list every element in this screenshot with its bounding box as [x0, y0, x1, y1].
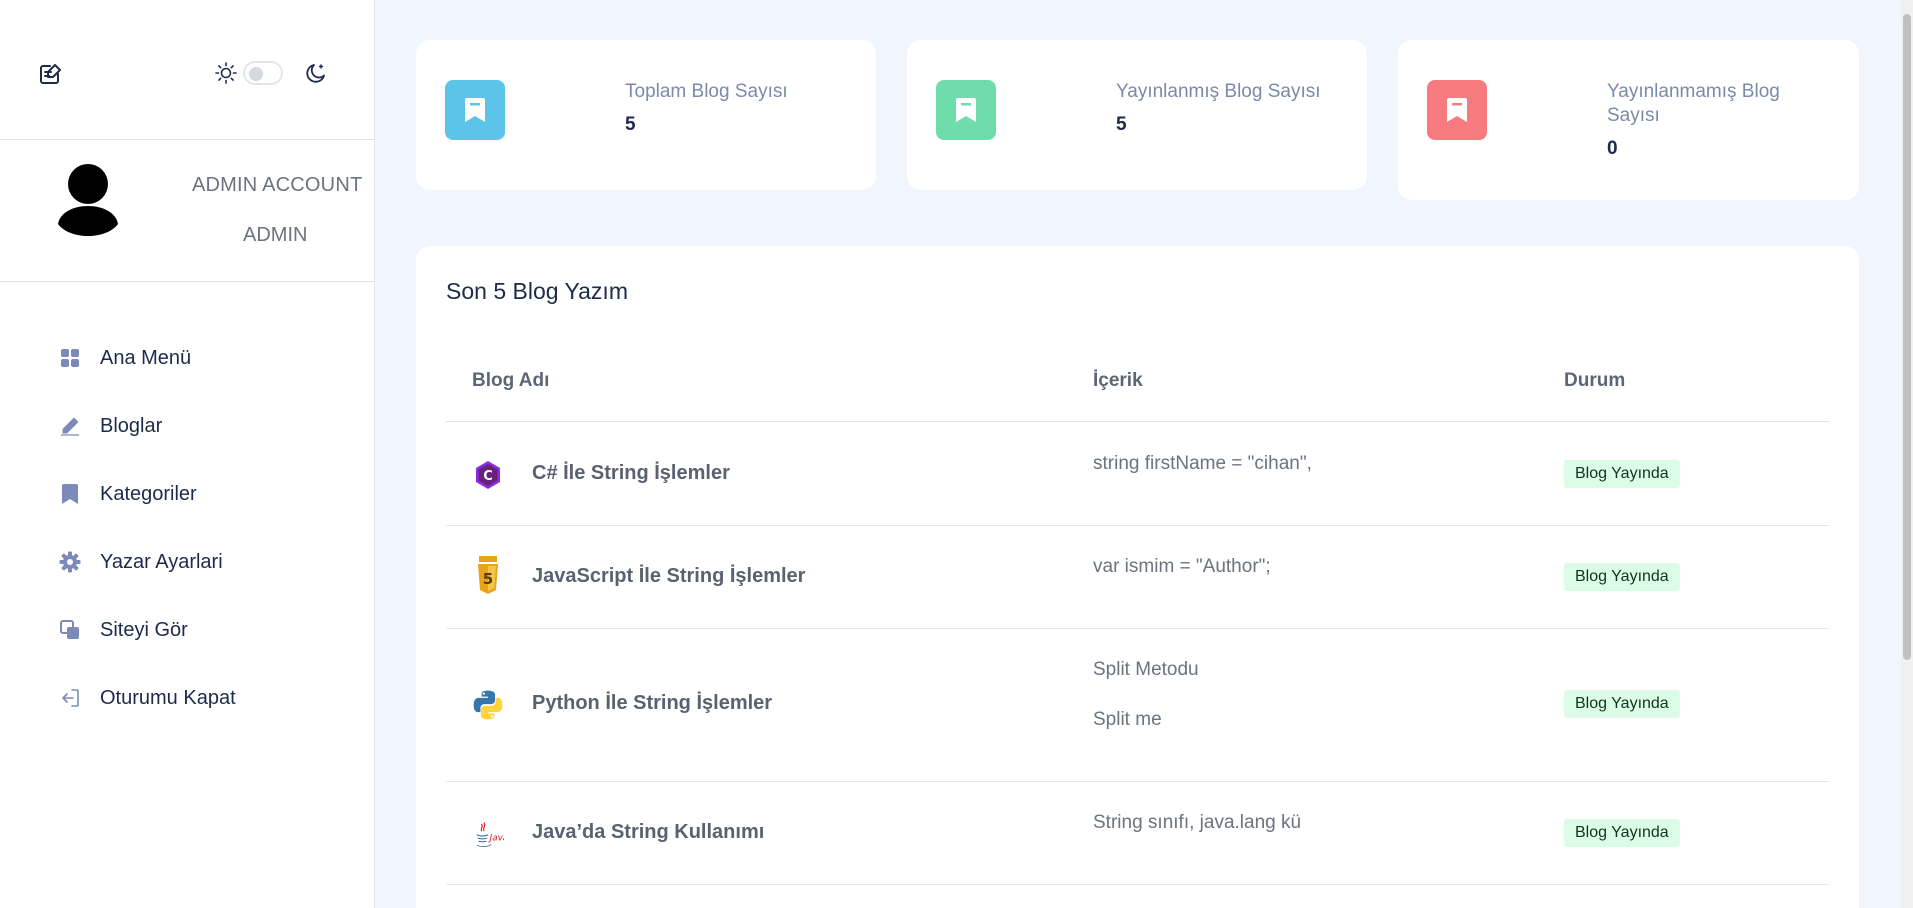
blog-content: var ismim = "Author"; — [1093, 556, 1271, 577]
csharp-icon: C — [472, 455, 504, 495]
blog-name: Python İle String İşlemler — [532, 692, 773, 714]
logout-icon — [58, 686, 82, 710]
sidebar-item-label: Oturumu Kapat — [100, 686, 236, 709]
table-row[interactable]: 5 JavaScript İle String İşlemler var ism… — [446, 526, 1829, 629]
status-badge: Blog Yayında — [1564, 819, 1680, 847]
bookmark-icon — [445, 80, 505, 140]
stat-title: Yayınlanmamış Blog Sayısı — [1607, 81, 1780, 126]
sidebar-nav: Ana Menü Bloglar Kategoriler Yazar Ayarl… — [0, 282, 374, 732]
stat-value: 5 — [625, 114, 636, 135]
recent-blogs-title: Son 5 Blog Yazım — [446, 278, 628, 304]
sidebar-item-oturumu-kapat[interactable]: Oturumu Kapat — [0, 664, 374, 732]
bookmark-icon — [936, 80, 996, 140]
sidebar-header — [0, 0, 374, 140]
sidebar-item-label: Kategoriler — [100, 482, 197, 505]
table-row[interactable]: C C# İle String İşlemler string firstNam… — [446, 423, 1829, 526]
column-header-content: İçerik — [1093, 370, 1143, 391]
status-badge: Blog Yayında — [1564, 690, 1680, 718]
sidebar-item-label: Yazar Ayarlari — [100, 550, 223, 573]
status-badge: Blog Yayında — [1564, 460, 1680, 488]
account-name: ADMIN ACCOUNT — [192, 174, 363, 196]
stat-title: Yayınlanmış Blog Sayısı — [1116, 81, 1321, 102]
page-scrollbar[interactable] — [1901, 0, 1913, 908]
recent-blogs-card: Son 5 Blog Yazım Blog Adı İçerik Durum C… — [416, 246, 1859, 908]
java-icon: Java — [472, 814, 504, 854]
copy-icon — [58, 618, 82, 642]
sidebar-item-bloglar[interactable]: Bloglar — [0, 392, 374, 460]
stat-title: Toplam Blog Sayısı — [625, 81, 788, 102]
gear-icon — [58, 550, 82, 574]
blog-content: String sınıfı, java.lang kü — [1093, 812, 1302, 833]
svg-text:5: 5 — [483, 570, 493, 588]
blog-content: Split me — [1093, 709, 1162, 730]
stat-card-total: Toplam Blog Sayısı 5 — [416, 40, 876, 190]
table-row[interactable]: Python İle String İşlemler Split Metodu … — [446, 629, 1829, 782]
moon-icon — [303, 60, 329, 86]
sidebar-item-label: Ana Menü — [100, 346, 192, 369]
status-badge: Blog Yayında — [1564, 563, 1680, 591]
grid-icon — [58, 346, 82, 370]
edit-note-icon[interactable] — [38, 60, 66, 88]
stat-value: 5 — [1116, 114, 1127, 135]
sun-icon — [213, 60, 239, 86]
profile-panel: ADMIN ACCOUNT ADMIN — [0, 140, 374, 282]
pencil-icon — [58, 414, 82, 438]
sidebar-item-label: Bloglar — [100, 414, 163, 437]
bookmark-icon — [58, 482, 82, 506]
avatar — [54, 162, 122, 236]
sidebar-item-yazar-ayarlari[interactable]: Yazar Ayarlari — [0, 528, 374, 596]
sidebar-item-ana-menu[interactable]: Ana Menü — [0, 324, 374, 392]
bookmark-icon — [1427, 80, 1487, 140]
svg-text:Java: Java — [488, 833, 504, 843]
stat-card-unpublished: Yayınlanmamış Blog Sayısı 0 — [1398, 40, 1859, 200]
blog-name: JavaScript İle String İşlemler — [532, 565, 806, 587]
svg-text:C: C — [483, 469, 493, 484]
column-header-status: Durum — [1564, 370, 1626, 391]
stat-value: 0 — [1607, 138, 1618, 159]
theme-toggle[interactable] — [243, 61, 283, 85]
table-header: Blog Adı İçerik Durum — [446, 370, 1829, 422]
blog-content: Split Metodu — [1093, 659, 1199, 680]
column-header-name: Blog Adı — [472, 370, 550, 391]
table-row[interactable]: Java Java’da String Kullanımı String sın… — [446, 782, 1829, 885]
scrollbar-thumb[interactable] — [1903, 14, 1911, 660]
sidebar-item-label: Siteyi Gör — [100, 618, 188, 641]
stat-card-published: Yayınlanmış Blog Sayısı 5 — [907, 40, 1367, 190]
sidebar: ADMIN ACCOUNT ADMIN Ana Menü Bloglar Kat… — [0, 0, 375, 908]
blog-name: Java’da String Kullanımı — [532, 821, 765, 843]
blog-name: C# İle String İşlemler — [532, 462, 730, 484]
blog-content: string firstName = "cihan", — [1093, 453, 1312, 474]
theme-switcher — [213, 60, 329, 86]
sidebar-item-kategoriler[interactable]: Kategoriler — [0, 460, 374, 528]
sidebar-item-siteyi-gor[interactable]: Siteyi Gör — [0, 596, 374, 664]
html5-icon: 5 — [472, 556, 504, 596]
account-role: ADMIN — [243, 224, 308, 246]
toggle-knob — [249, 67, 263, 81]
python-icon — [472, 685, 504, 725]
